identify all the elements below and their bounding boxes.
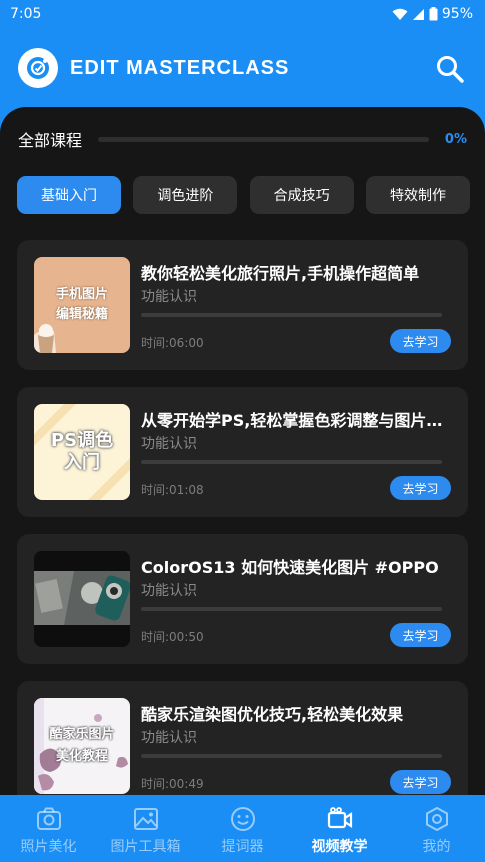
nav-photo-beautify[interactable]: 照片美化 bbox=[0, 795, 97, 862]
course-progress-bar bbox=[141, 607, 442, 611]
progress-value: 0% bbox=[444, 131, 467, 147]
course-category: 功能认识 bbox=[141, 583, 197, 599]
course-card[interactable]: ColorOS13 如何快速美化图片 #OPPO 功能认识 时间:00:50 去… bbox=[17, 534, 468, 664]
start-learning-button[interactable]: 去学习 bbox=[390, 623, 451, 647]
course-card[interactable]: 酷家乐图片 美化教程 酷家乐渲染图优化技巧,轻松美化效果 功能认识 时间:00:… bbox=[17, 681, 468, 795]
course-progress-bar bbox=[141, 754, 442, 758]
nav-label: 我的 bbox=[422, 839, 451, 855]
signal-icon bbox=[412, 8, 424, 20]
start-learning-button[interactable]: 去学习 bbox=[390, 476, 451, 500]
status-bar: 7:05 95% bbox=[0, 0, 485, 28]
video-icon bbox=[327, 807, 352, 829]
course-progress-bar bbox=[141, 460, 442, 464]
image-icon bbox=[133, 808, 158, 830]
course-title: 酷家乐渲染图优化技巧,轻松美化效果 bbox=[141, 705, 404, 724]
course-duration: 时间:06:00 bbox=[141, 336, 204, 350]
course-title: ColorOS13 如何快速美化图片 #OPPO bbox=[141, 558, 439, 577]
nav-image-toolbox[interactable]: 图片工具箱 bbox=[97, 795, 194, 862]
search-icon[interactable] bbox=[435, 54, 465, 84]
course-title: 从零开始学PS,轻松掌握色彩调整与图片编辑 bbox=[141, 411, 449, 430]
course-duration: 时间:00:49 bbox=[141, 777, 204, 791]
course-thumbnail: 酷家乐图片 美化教程 bbox=[34, 698, 130, 794]
app-header: EDIT MASTERCLASS bbox=[0, 28, 485, 108]
course-list: 手机图片 编辑秘籍 教你轻松美化旅行照片,手机操作超简单 功能认识 时间:06:… bbox=[17, 240, 468, 795]
course-duration: 时间:00:50 bbox=[141, 630, 204, 644]
nav-label: 提词器 bbox=[221, 839, 264, 855]
course-card[interactable]: 手机图片 编辑秘籍 教你轻松美化旅行照片,手机操作超简单 功能认识 时间:06:… bbox=[17, 240, 468, 370]
status-icons: 95% bbox=[392, 6, 473, 22]
smile-icon bbox=[230, 807, 255, 831]
wifi-icon bbox=[392, 8, 408, 20]
status-time: 7:05 bbox=[10, 6, 42, 22]
phone-photo-illustration bbox=[34, 551, 130, 647]
course-thumbnail: PS调色 入门 bbox=[34, 404, 130, 500]
nav-video-tutorials[interactable]: 视频教学 bbox=[291, 795, 388, 862]
thumbnail-text: 入门 bbox=[64, 452, 100, 473]
bottom-nav: 照片美化 图片工具箱 提词器 视频教学 我的 bbox=[0, 795, 485, 862]
tab-effects[interactable]: 特效制作 bbox=[365, 176, 470, 214]
tab-basics[interactable]: 基础入门 bbox=[17, 176, 121, 214]
course-duration: 时间:01:08 bbox=[141, 483, 204, 497]
brand-name: EDIT MASTERCLASS bbox=[70, 56, 290, 79]
course-panel: 全部课程 0% 基础入门 调色进阶 合成技巧 特效制作 手机图片 编辑秘籍 教你… bbox=[0, 107, 485, 795]
battery-icon bbox=[429, 7, 438, 21]
thumbnail-text: PS调色 bbox=[50, 430, 114, 451]
course-category: 功能认识 bbox=[141, 436, 197, 452]
nav-label: 照片美化 bbox=[20, 839, 77, 855]
logo-icon bbox=[18, 48, 58, 88]
camera-icon bbox=[36, 807, 61, 830]
course-category: 功能认识 bbox=[141, 730, 197, 746]
course-thumbnail: 手机图片 编辑秘籍 bbox=[34, 257, 130, 353]
thumbnail-text: 手机图片 bbox=[55, 287, 108, 302]
thumbnail-text: 编辑秘籍 bbox=[55, 307, 108, 322]
course-card[interactable]: PS调色 入门 从零开始学PS,轻松掌握色彩调整与图片编辑 功能认识 时间:01… bbox=[17, 387, 468, 517]
nav-profile[interactable]: 我的 bbox=[388, 795, 485, 862]
battery-level: 95% bbox=[441, 6, 473, 22]
category-tabs: 基础入门 调色进阶 合成技巧 特效制作 bbox=[17, 176, 470, 214]
course-title: 教你轻松美化旅行照片,手机操作超简单 bbox=[141, 264, 420, 283]
course-category: 功能认识 bbox=[141, 289, 197, 305]
thumbnail-text: 美化教程 bbox=[55, 749, 108, 764]
overall-progress: 全部课程 0% bbox=[18, 127, 467, 151]
profile-icon bbox=[425, 806, 448, 832]
nav-label: 视频教学 bbox=[311, 839, 368, 855]
thumbnail-text: 酷家乐图片 bbox=[49, 727, 115, 742]
progress-track bbox=[98, 136, 429, 142]
tab-compositing[interactable]: 合成技巧 bbox=[249, 176, 354, 214]
start-learning-button[interactable]: 去学习 bbox=[390, 329, 451, 353]
course-thumbnail bbox=[34, 551, 130, 647]
nav-label: 图片工具箱 bbox=[110, 839, 181, 855]
tab-color-grading[interactable]: 调色进阶 bbox=[133, 176, 238, 214]
nav-teleprompter[interactable]: 提词器 bbox=[194, 795, 291, 862]
course-progress-bar bbox=[141, 313, 442, 317]
start-learning-button[interactable]: 去学习 bbox=[390, 770, 451, 794]
progress-label: 全部课程 bbox=[18, 131, 83, 150]
